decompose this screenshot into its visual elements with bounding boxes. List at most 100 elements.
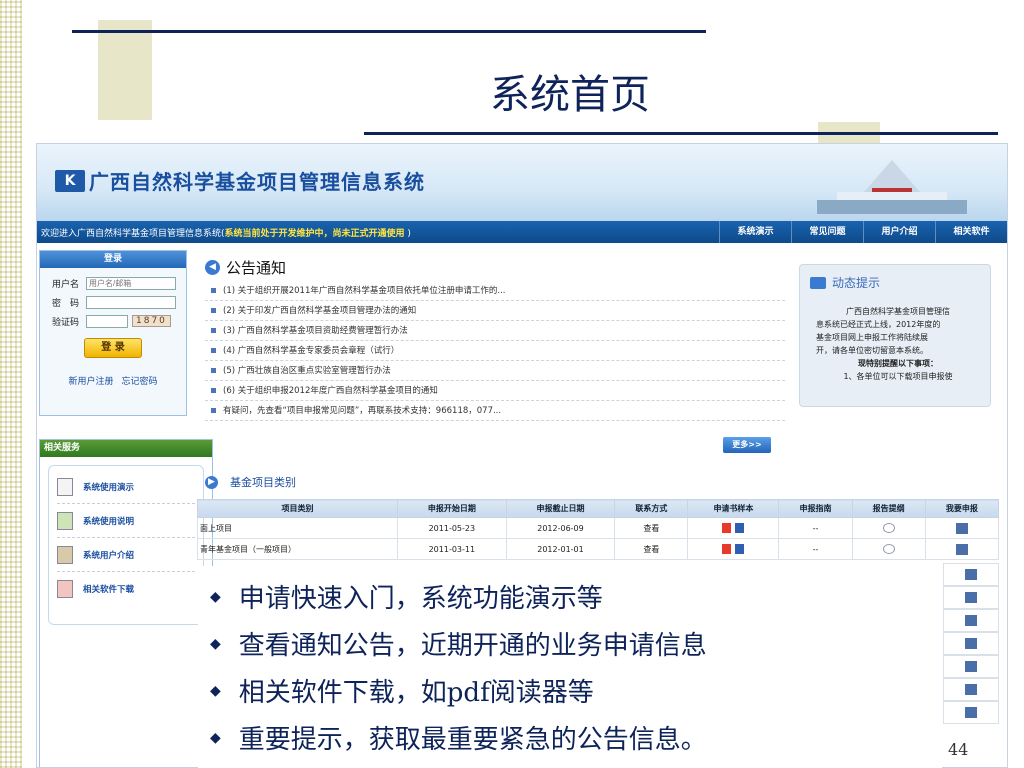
col-header: 联系方式: [614, 499, 689, 518]
user-icon: [57, 545, 73, 564]
apply-icon[interactable]: [965, 638, 977, 649]
contact-link[interactable]: 查看: [614, 538, 689, 560]
table-row: 面上项目 2011-05-23 2012-06-09 查看 --: [197, 517, 1000, 539]
dynamic-text: 广西自然科学基金项目管理信: [846, 307, 950, 316]
project-type: 青年基金项目（一般项目）: [197, 538, 398, 560]
service-software-download[interactable]: 相关软件下载: [57, 572, 195, 606]
word-icon[interactable]: [735, 544, 745, 554]
start-date: 2011-05-23: [397, 517, 507, 539]
col-header: 申报指南: [778, 499, 853, 518]
captcha-input[interactable]: [86, 314, 128, 328]
nav-user-intro[interactable]: 用户介绍: [863, 221, 935, 243]
service-manual[interactable]: 系统使用说明: [57, 504, 195, 538]
announcement-icon: ◀: [205, 259, 220, 275]
logo-icon: K: [55, 169, 85, 192]
project-type: 面上项目: [197, 517, 398, 539]
service-user-intro[interactable]: 系统用户介绍: [57, 538, 195, 572]
apply-icon[interactable]: [965, 661, 977, 672]
word-icon[interactable]: [735, 523, 745, 533]
apply-cell: [943, 609, 999, 632]
logo: K 广西自然科学基金项目管理信息系统: [55, 166, 425, 195]
notice-section: ◀ 公告通知 (1) 关于组织开展2011年广西自然科学基金项目依托单位注册申请工…: [205, 257, 785, 453]
sample-cell: [687, 538, 780, 560]
dynamic-text: 息系统已经正式上线，2012年度的: [816, 320, 941, 329]
register-link[interactable]: 新用户注册: [68, 377, 113, 387]
apply-icon[interactable]: [955, 543, 968, 555]
report-icon[interactable]: [882, 523, 895, 533]
category-section-header: ▶ 基金项目类别: [205, 474, 296, 490]
start-date: 2011-03-11: [397, 538, 507, 560]
dynamic-emphasis: 现特别提醒以下事项：: [858, 359, 938, 368]
notice-item[interactable]: (2) 关于印发广西自然科学基金项目管理办法的通知: [205, 301, 785, 321]
username-label: 用户名: [52, 279, 80, 290]
notice-item[interactable]: 有疑问，先查看“项目申报常见问题”，再联系技术支持：966118，077...: [205, 401, 785, 421]
password-label: 密 码: [52, 298, 80, 309]
bullet-item: ◆ 重要提示，获取最重要紧急的公告信息。: [210, 725, 707, 755]
dynamic-text: 开，请各单位密切留意本系统。: [816, 346, 928, 355]
notice-item[interactable]: (5) 广西壮族自治区重点实验室管理暂行办法: [205, 361, 785, 381]
more-button[interactable]: 更多>>: [723, 437, 771, 453]
password-input[interactable]: [86, 295, 176, 309]
apply-icon[interactable]: [965, 684, 977, 695]
pdf-icon[interactable]: [722, 544, 732, 554]
document-icon: [57, 477, 73, 496]
slide-title: 系统首页: [490, 72, 650, 118]
apply-icon[interactable]: [965, 569, 977, 580]
apply-cell: [943, 678, 999, 701]
contact-link[interactable]: 查看: [614, 517, 689, 539]
captcha-image[interactable]: 1870: [132, 315, 171, 327]
category-table: 项目类别 申报开始日期 申报截止日期 联系方式 申请书样本 申报指南 报告提纲 …: [197, 499, 1000, 560]
related-services-panel: 相关服务 系统使用演示 系统使用说明 系统用户介绍 相关软件下载: [39, 439, 213, 767]
category-title: 基金项目类别: [230, 476, 296, 489]
notice-item[interactable]: (6) 关于组织申报2012年度广西自然科学基金项目的通知: [205, 381, 785, 401]
end-date: 2012-01-01: [505, 538, 616, 560]
notice-item[interactable]: (3) 广西自然科学基金项目资助经费管理暂行办法: [205, 321, 785, 341]
sample-cell: [687, 517, 780, 539]
slide-rule-top: [72, 30, 706, 33]
nav-system-demo[interactable]: 系统演示: [719, 221, 791, 243]
slide-rule-bottom: [364, 132, 998, 135]
table-header-row: 项目类别 申报开始日期 申报截止日期 联系方式 申请书样本 申报指南 报告提纲 …: [197, 499, 1000, 518]
apply-icon[interactable]: [955, 522, 968, 534]
bullet-item: ◆ 查看通知公告，近期开通的业务申请信息: [210, 631, 707, 661]
username-input[interactable]: [86, 276, 176, 290]
apply-cell: [924, 517, 1000, 539]
notice-item[interactable]: (1) 关于组织开展2011年广西自然科学基金项目依托单位注册申请工作的...: [205, 281, 785, 301]
pdf-icon[interactable]: [722, 523, 732, 533]
login-panel: 登录 用户名 密 码 验证码 1870 登 录 新用户注册忘记密码: [39, 250, 187, 416]
diamond-bullet-icon: ◆: [210, 682, 221, 699]
col-header: 申报开始日期: [397, 499, 507, 518]
slide-decoration-block: [98, 20, 152, 120]
page-number: 44: [948, 740, 969, 759]
bullet-item: ◆ 相关软件下载，如pdf阅读器等: [210, 678, 594, 708]
guide: --: [778, 517, 853, 539]
table-row: 青年基金项目（一般项目） 2011-03-11 2012-01-01 查看 --: [197, 538, 1000, 560]
forgot-password-link[interactable]: 忘记密码: [122, 377, 158, 387]
services-title: 相关服务: [40, 440, 212, 457]
notice-item[interactable]: (4) 广西自然科学基金专家委员会章程（试行）: [205, 341, 785, 361]
apply-icon[interactable]: [965, 615, 977, 626]
apply-cell: [943, 586, 999, 609]
apply-cell: [943, 701, 999, 724]
book-icon: [57, 511, 73, 530]
play-icon: ▶: [205, 475, 218, 489]
apply-icon[interactable]: [965, 707, 977, 718]
login-title: 登录: [40, 251, 186, 268]
login-button[interactable]: 登 录: [84, 338, 142, 358]
diamond-bullet-icon: ◆: [210, 729, 221, 746]
slide-decoration-left: [0, 0, 22, 768]
bullet-list: ◆ 申请快速入门，系统功能演示等 ◆ 查看通知公告，近期开通的业务申请信息 ◆ 相关软…: [198, 566, 942, 768]
welcome-text: 欢迎进入广西自然科学基金项目管理信息系统(系统当前处于开发维护中，尚未正式开通使…: [41, 228, 411, 239]
nav-faq[interactable]: 常见问题: [791, 221, 863, 243]
nav-related-software[interactable]: 相关软件: [935, 221, 1007, 243]
service-demo[interactable]: 系统使用演示: [57, 470, 195, 504]
apply-icon[interactable]: [965, 592, 977, 603]
col-header: 申报截止日期: [505, 499, 616, 518]
col-header: 报告提纲: [851, 499, 926, 518]
apply-cell: [924, 538, 1000, 560]
captcha-label: 验证码: [52, 317, 80, 328]
apply-cell: [943, 655, 999, 678]
report-icon[interactable]: [882, 544, 895, 554]
system-name: 广西自然科学基金项目管理信息系统: [89, 170, 425, 194]
chat-bubble-icon: [810, 276, 826, 289]
